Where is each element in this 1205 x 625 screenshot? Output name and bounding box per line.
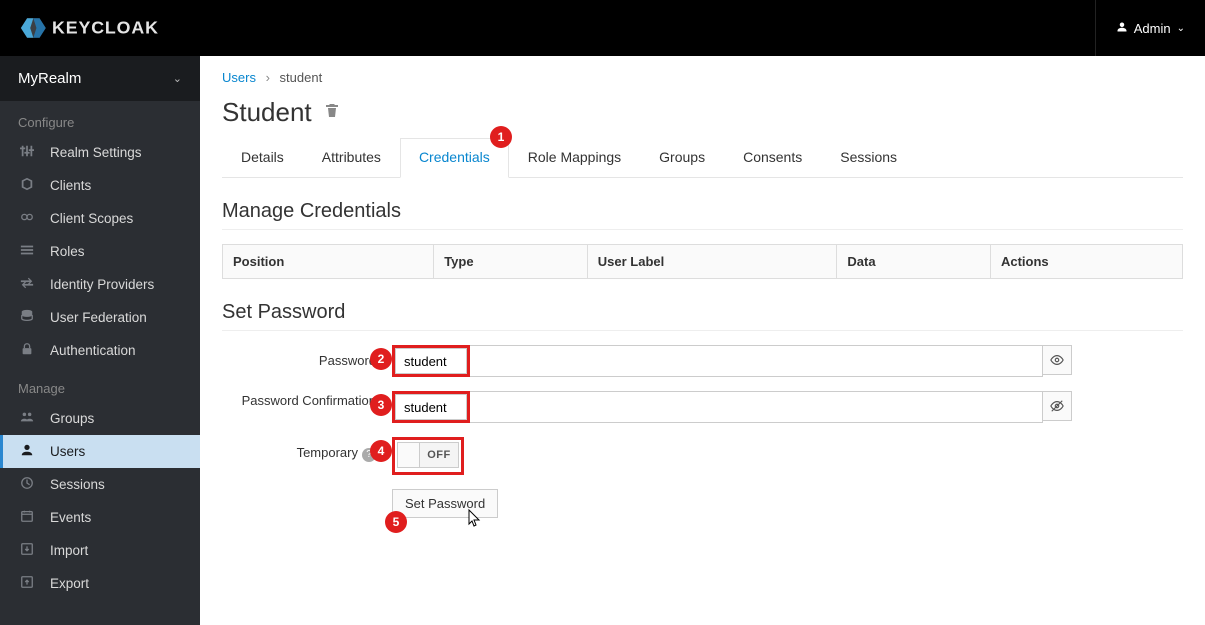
divider — [222, 229, 1183, 230]
lock-icon — [18, 342, 36, 359]
page-title: Student — [222, 97, 1183, 128]
toggle-knob — [398, 443, 420, 467]
callout-4: 4 — [370, 440, 392, 462]
sidebar-item-label: Identity Providers — [50, 277, 154, 292]
credentials-table: Position Type User Label Data Actions — [222, 244, 1183, 279]
col-position: Position — [223, 245, 434, 279]
toggle-label: OFF — [420, 443, 458, 467]
main-content: Users › student Student Details Attribut… — [200, 56, 1205, 625]
password-input[interactable] — [395, 348, 467, 374]
sidebar-item-label: Realm Settings — [50, 145, 142, 160]
sidebar-item-label: Import — [50, 543, 88, 558]
sidebar: MyRealm ⌄ Configure Realm Settings Clien… — [0, 56, 200, 625]
sidebar-item-label: Roles — [50, 244, 85, 259]
password-label: Password — [222, 345, 392, 368]
user-icon — [1116, 21, 1128, 36]
sidebar-item-authentication[interactable]: Authentication — [0, 334, 200, 367]
sidebar-item-identity-providers[interactable]: Identity Providers — [0, 268, 200, 301]
page-title-text: Student — [222, 97, 312, 128]
sidebar-item-label: Export — [50, 576, 89, 591]
sidebar-item-export[interactable]: Export — [0, 567, 200, 600]
import-icon — [18, 542, 36, 559]
users-icon — [18, 410, 36, 427]
sidebar-item-label: Events — [50, 510, 91, 525]
trash-icon[interactable] — [324, 102, 340, 123]
tab-attributes[interactable]: Attributes — [303, 138, 400, 178]
password-input-extension[interactable] — [470, 345, 1043, 377]
breadcrumb-parent[interactable]: Users — [222, 70, 256, 85]
col-data: Data — [837, 245, 991, 279]
sidebar-item-import[interactable]: Import — [0, 534, 200, 567]
tab-groups[interactable]: Groups — [640, 138, 724, 178]
temporary-label: Temporary? — [222, 437, 392, 462]
tabs: Details Attributes Credentials Role Mapp… — [222, 138, 1183, 178]
scope-icon — [18, 210, 36, 227]
clock-icon — [18, 476, 36, 493]
brand-text: KEYCLOAK — [52, 17, 159, 37]
eye-slash-icon[interactable] — [1042, 391, 1072, 421]
temporary-toggle[interactable]: OFF — [397, 442, 459, 468]
breadcrumb: Users › student — [222, 70, 1183, 85]
callout-1: 1 — [490, 126, 512, 148]
cube-icon — [18, 177, 36, 194]
app-header: KEYCLOAK Admin ⌄ — [0, 0, 1205, 56]
export-icon — [18, 575, 36, 592]
col-actions: Actions — [990, 245, 1182, 279]
sidebar-item-label: Client Scopes — [50, 211, 133, 226]
sidebar-item-label: User Federation — [50, 310, 147, 325]
sidebar-item-roles[interactable]: Roles — [0, 235, 200, 268]
tab-sessions[interactable]: Sessions — [821, 138, 916, 178]
section-configure-label: Configure — [0, 101, 200, 136]
set-password-button[interactable]: Set Password — [392, 489, 498, 518]
realm-selector[interactable]: MyRealm ⌄ — [0, 56, 200, 101]
col-user-label: User Label — [587, 245, 837, 279]
sidebar-item-label: Authentication — [50, 343, 136, 358]
divider — [222, 330, 1183, 331]
sidebar-item-users[interactable]: Users — [0, 435, 200, 468]
callout-3: 3 — [370, 394, 392, 416]
exchange-icon — [18, 276, 36, 293]
sidebar-item-label: Users — [50, 444, 85, 459]
section-manage-label: Manage — [0, 367, 200, 402]
sidebar-item-events[interactable]: Events — [0, 501, 200, 534]
sidebar-item-client-scopes[interactable]: Client Scopes — [0, 202, 200, 235]
sidebar-item-label: Groups — [50, 411, 94, 426]
breadcrumb-current: student — [280, 70, 323, 85]
manage-credentials-title: Manage Credentials — [222, 200, 1183, 223]
calendar-icon — [18, 509, 36, 526]
password-confirm-input[interactable] — [395, 394, 467, 420]
list-icon — [18, 243, 36, 260]
eye-icon[interactable] — [1042, 345, 1072, 375]
sidebar-item-label: Clients — [50, 178, 91, 193]
sidebar-item-groups[interactable]: Groups — [0, 402, 200, 435]
callout-5: 5 — [385, 511, 407, 533]
keycloak-logo-icon: KEYCLOAK — [20, 13, 180, 43]
chevron-down-icon: ⌄ — [173, 72, 182, 85]
callout-2: 2 — [370, 348, 392, 370]
set-password-form: Password 2 Password Confirmation — [222, 345, 1183, 518]
col-type: Type — [434, 245, 588, 279]
database-icon — [18, 309, 36, 326]
chevron-down-icon: ⌄ — [1177, 23, 1185, 34]
sidebar-item-user-federation[interactable]: User Federation — [0, 301, 200, 334]
password-confirm-input-extension[interactable] — [470, 391, 1043, 423]
sidebar-item-sessions[interactable]: Sessions — [0, 468, 200, 501]
set-password-title: Set Password — [222, 301, 1183, 324]
tab-role-mappings[interactable]: Role Mappings — [509, 138, 640, 178]
tab-details[interactable]: Details — [222, 138, 303, 178]
sliders-icon — [18, 144, 36, 161]
realm-name: MyRealm — [18, 70, 81, 87]
user-icon — [18, 443, 36, 460]
sidebar-item-clients[interactable]: Clients — [0, 169, 200, 202]
sidebar-item-label: Sessions — [50, 477, 105, 492]
user-label: Admin — [1134, 21, 1171, 36]
tab-consents[interactable]: Consents — [724, 138, 821, 178]
brand-logo: KEYCLOAK — [20, 13, 180, 43]
user-menu[interactable]: Admin ⌄ — [1095, 0, 1185, 56]
sidebar-item-realm-settings[interactable]: Realm Settings — [0, 136, 200, 169]
breadcrumb-separator: › — [266, 70, 270, 85]
password-confirm-label: Password Confirmation — [222, 391, 392, 408]
cursor-icon — [468, 509, 482, 532]
